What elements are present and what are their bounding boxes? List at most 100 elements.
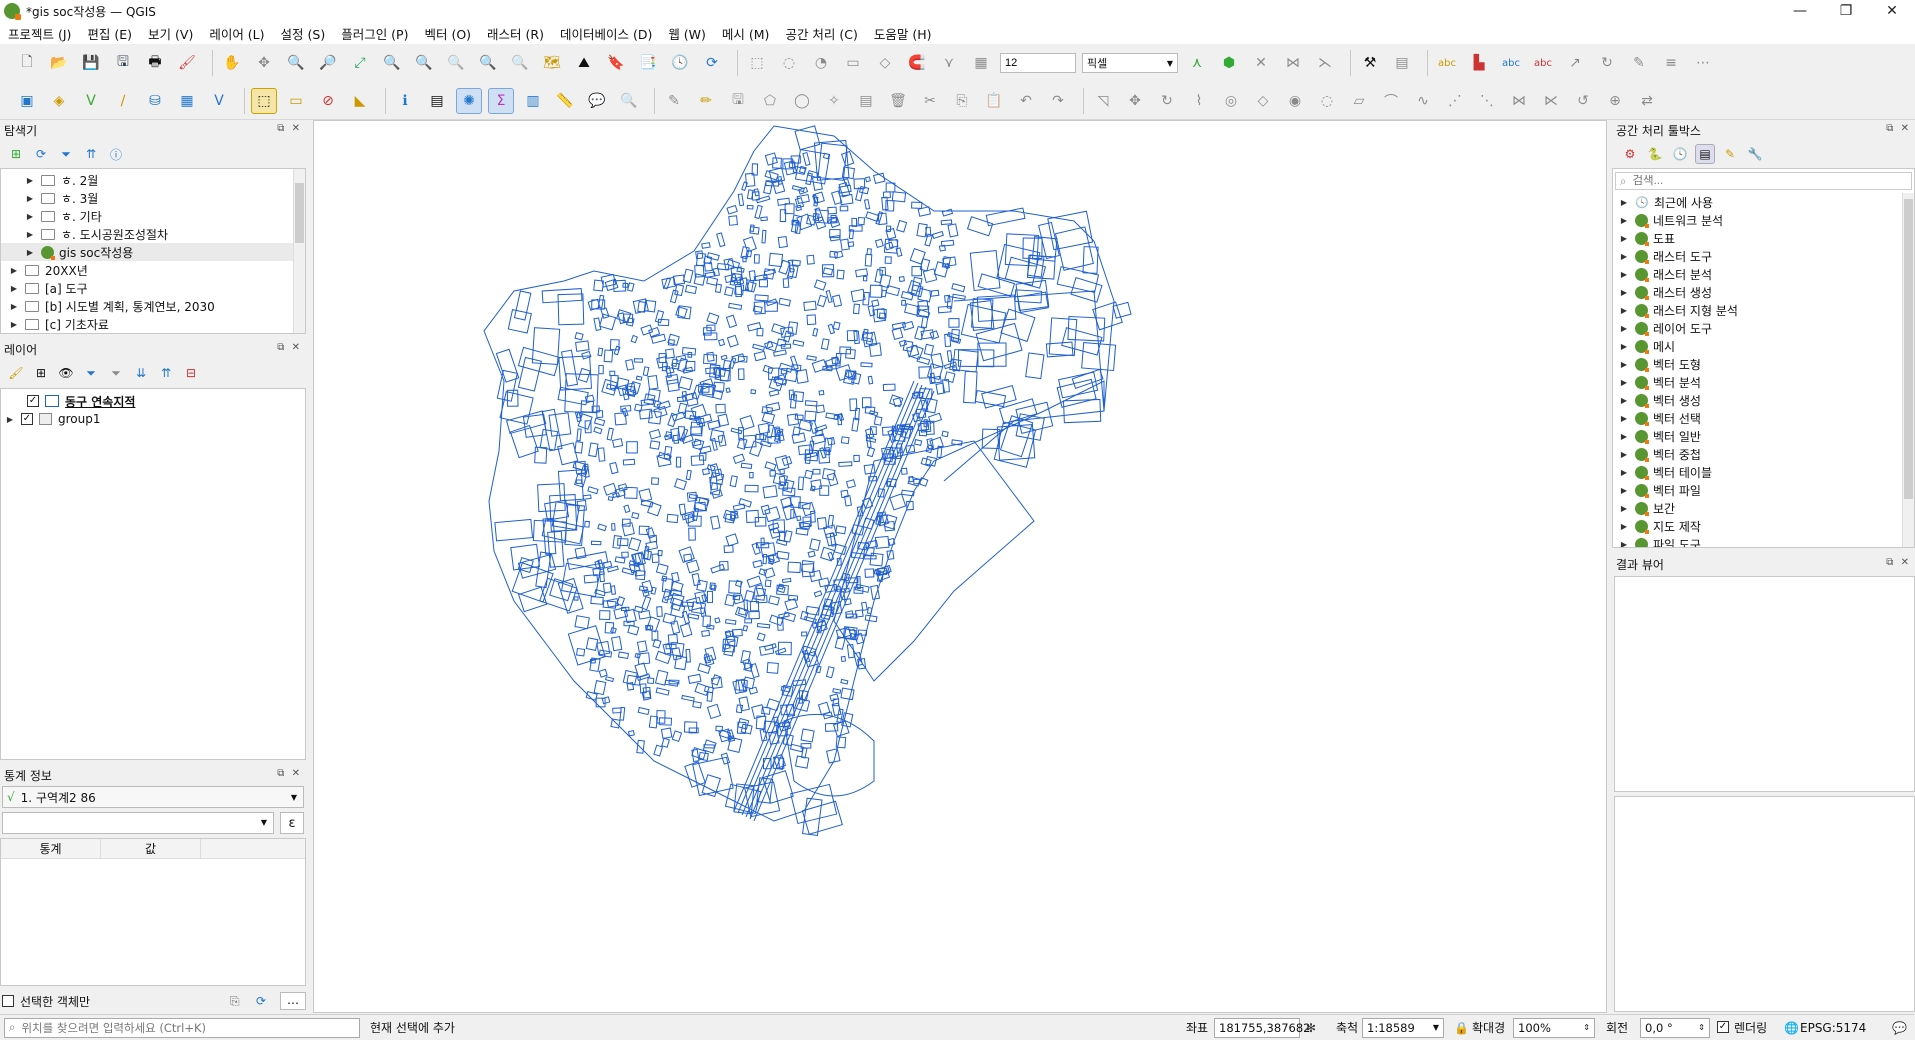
toolbox-item[interactable]: ▶ 래스터 생성 (1613, 283, 1914, 301)
expand-arrow-icon[interactable]: ▶ (1619, 504, 1629, 513)
temporal-controller-icon[interactable]: 🕓 (667, 50, 693, 76)
move-label-icon[interactable]: ↗ (1562, 50, 1588, 76)
panel-float-close-icon[interactable]: ⧉ ✕ (1886, 557, 1911, 568)
new-bookmark-icon[interactable]: 🔖 (603, 50, 629, 76)
options-wrench-icon[interactable]: 🔧 (1745, 144, 1765, 164)
expand-arrow-icon[interactable]: ▶ (25, 248, 35, 257)
crs-status[interactable]: EPSG:5174 (1800, 1021, 1866, 1035)
new-3d-view-icon[interactable]: ⛰ (571, 50, 597, 76)
crs-globe-icon[interactable]: 🌐 (1784, 1021, 1799, 1035)
fill-ring-icon[interactable]: ◉ (1282, 88, 1308, 114)
zoom-layer-icon[interactable]: 🔍 (411, 50, 437, 76)
expand-all-icon[interactable]: ⇊ (131, 363, 151, 383)
expand-arrow-icon[interactable]: ▶ (5, 415, 15, 424)
value-col-header[interactable]: 값 (101, 839, 201, 858)
panel-float-close-icon[interactable]: ⧉ ✕ (1886, 123, 1911, 134)
save-as-icon[interactable]: 🖫 (110, 50, 136, 76)
copy-features-icon[interactable]: ⎘ (949, 88, 975, 114)
minimize-button[interactable]: — (1777, 0, 1823, 22)
expand-arrow-icon[interactable]: ▶ (25, 176, 35, 185)
snap-tolerance-input[interactable] (1000, 53, 1076, 73)
expand-arrow-icon[interactable]: ▶ (1619, 486, 1629, 495)
zoom-selection-icon[interactable]: 🔍 (379, 50, 405, 76)
toolbox-item[interactable]: ▶ 벡터 도형 (1613, 355, 1914, 373)
trace-icon[interactable]: ⬢ (1216, 50, 1242, 76)
text-annotation-icon[interactable]: 🔍 (616, 88, 642, 114)
save-project-icon[interactable]: 💾 (78, 50, 104, 76)
filter-expression-icon[interactable]: ⏷ (106, 363, 126, 383)
menu-database[interactable]: 데이터베이스 (D) (560, 24, 652, 43)
models-icon[interactable]: ⚙ (1620, 144, 1640, 164)
close-button[interactable]: ✕ (1869, 0, 1915, 22)
deselect-all-icon[interactable]: ⊘ (315, 88, 341, 114)
layer-row[interactable]: ✓ 동구 연속지적 (1, 392, 305, 410)
select-location-icon[interactable]: ◣ (347, 88, 373, 114)
menu-edit[interactable]: 편집 (E) (87, 24, 132, 43)
statistical-summary-icon[interactable]: Σ (488, 87, 514, 114)
add-wfs-icon[interactable]: V (206, 88, 232, 114)
select-by-value-icon[interactable]: ▭ (283, 88, 309, 114)
toolbox-search[interactable]: ⌕ (1615, 172, 1912, 190)
zoom-in-icon[interactable]: 🔍 (283, 50, 309, 76)
print-layout-icon[interactable]: 🖶 (142, 50, 168, 76)
locator-bar[interactable]: ⌕ 위치를 찾으려면 입력하세요 (Ctrl+K) (4, 1017, 360, 1038)
expand-arrow-icon[interactable]: ▶ (9, 284, 19, 293)
select-by-rectangle-icon[interactable]: ⬚ (251, 87, 277, 114)
topology-icon[interactable]: ⋏ (1184, 50, 1210, 76)
expand-arrow-icon[interactable]: ▶ (1619, 540, 1629, 548)
merge-attributes-icon[interactable]: ⋉ (1538, 88, 1564, 114)
stats-layer-select[interactable]: √ 1. 구역계2 86 ▼ (2, 786, 304, 808)
select-features-icon[interactable]: ⬚ (744, 50, 770, 76)
toolbox-item[interactable]: ▶ 지도 제작 (1613, 517, 1914, 535)
refresh-stats-icon[interactable]: ⟳ (256, 994, 266, 1008)
add-vector-layer-icon[interactable]: V (78, 88, 104, 114)
delete-selected-icon[interactable]: 🗑 (885, 88, 911, 114)
browser-item[interactable]: ▶ ㅎ. 도시공원조성절차 (1, 225, 305, 243)
toolbox-item[interactable]: ▶ 벡터 생성 (1613, 391, 1914, 409)
move-feature-icon[interactable]: ✥ (1122, 88, 1148, 114)
change-label-icon[interactable]: ✎ (1626, 50, 1652, 76)
merge-icon[interactable]: ⋋ (1312, 50, 1338, 76)
split-icon[interactable]: ⋈ (1280, 50, 1306, 76)
deselect-icon[interactable]: ◇ (872, 50, 898, 76)
browser-scrollbar[interactable] (293, 169, 305, 333)
panel-float-close-icon[interactable]: ⧉ ✕ (277, 768, 302, 779)
toggle-editing-icon[interactable]: ✏ (693, 88, 719, 114)
toolbox-item[interactable]: ▶ 래스터 도구 (1613, 247, 1914, 265)
expand-arrow-icon[interactable]: ▶ (25, 194, 35, 203)
simplify-icon[interactable]: ⌇ (1186, 88, 1212, 114)
collapse-all-icon[interactable]: ⇈ (81, 144, 101, 164)
toolbox-item[interactable]: ▶ 레이어 도구 (1613, 319, 1914, 337)
redo-icon[interactable]: ↷ (1045, 88, 1071, 114)
digitize-shape-icon[interactable]: ◯ (789, 88, 815, 114)
zoom-native-icon[interactable]: 🔍 (443, 50, 469, 76)
python-scripts-icon[interactable]: 🐍 (1645, 144, 1665, 164)
rotate-symbols-icon[interactable]: ↺ (1570, 88, 1596, 114)
add-polygon-icon[interactable]: ⬠ (757, 88, 783, 114)
menu-layer[interactable]: 레이어 (L) (209, 24, 264, 43)
menu-plugins[interactable]: 플러그인 (P) (341, 24, 408, 43)
manage-visibility-icon[interactable]: 👁 (56, 363, 76, 383)
expand-arrow-icon[interactable]: ▶ (1619, 522, 1629, 531)
pan-icon[interactable]: ✋ (219, 50, 245, 76)
browser-item[interactable]: ▶ gis soc작성용 (1, 243, 305, 261)
toolbox-item[interactable]: ▶ 벡터 테이블 (1613, 463, 1914, 481)
expand-arrow-icon[interactable]: ▶ (1619, 450, 1629, 459)
zoom-full-icon[interactable]: ⤢ (347, 50, 373, 76)
refresh-browser-icon[interactable]: ⟳ (31, 144, 51, 164)
restore-button[interactable]: ❐ (1823, 0, 1869, 22)
advanced-digitizing-icon[interactable]: ◹ (1090, 88, 1116, 114)
browser-item[interactable]: ▶ ㅎ. 기타 (1, 207, 305, 225)
magnifier-spinbox[interactable]: 100% ⇕ (1513, 1017, 1595, 1038)
snapping-magnet-icon[interactable]: 🧲 (904, 50, 930, 76)
label-more-icon[interactable]: ≡ (1658, 50, 1684, 76)
toggle-extents-icon[interactable]: ✻ (1306, 1021, 1316, 1035)
messages-icon[interactable]: 💬 (1892, 1021, 1907, 1035)
diagram-tool-icon[interactable]: ▙ (1466, 50, 1492, 76)
map-canvas[interactable] (313, 120, 1607, 1013)
selected-only-checkbox[interactable] (2, 995, 14, 1007)
data-source-manager-icon[interactable]: ▣ (14, 88, 40, 114)
toolbox-item[interactable]: ▶ 네트워크 분석 (1613, 211, 1914, 229)
undo-icon[interactable]: ↶ (1013, 88, 1039, 114)
group-visibility-checkbox[interactable]: ✓ (21, 413, 33, 425)
